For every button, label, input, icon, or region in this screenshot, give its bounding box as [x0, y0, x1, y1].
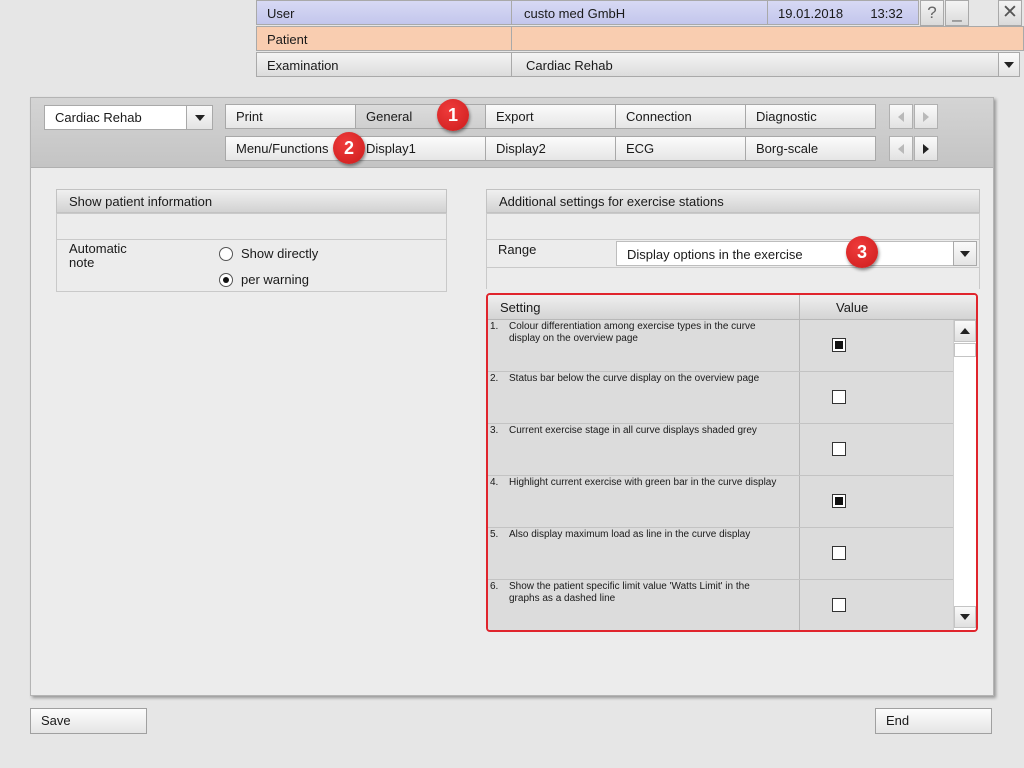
chevron-right-icon [923, 143, 929, 154]
chevron-right-icon [923, 111, 929, 122]
chevron-left-icon [898, 143, 904, 154]
tab-borg-scale[interactable]: Borg-scale [745, 136, 876, 161]
examination-select[interactable]: Cardiac Rehab [511, 52, 999, 77]
row-setting-text: Show the patient specific limit value 'W… [509, 581, 750, 604]
per-warning-radio[interactable] [219, 273, 233, 287]
column-setting: Setting [500, 300, 541, 315]
tab-ecg[interactable]: ECG [615, 136, 746, 161]
minimize-button[interactable]: _ [945, 0, 969, 26]
chevron-left-icon [898, 111, 904, 122]
row-number: 6. [490, 581, 499, 592]
tabs-row1-prev-button[interactable] [889, 104, 913, 129]
row-value-checkbox[interactable] [832, 494, 846, 508]
callout-badge-3: 3 [846, 236, 878, 268]
scroll-up-button[interactable] [954, 320, 976, 342]
close-button[interactable]: ✕ [998, 0, 1022, 26]
row-number: 2. [490, 373, 499, 384]
tab-print[interactable]: Print [225, 104, 356, 129]
save-button[interactable]: Save [30, 708, 147, 734]
settings-tabbar: Cardiac Rehab Print General Export Conne… [31, 98, 993, 168]
chevron-up-icon [960, 328, 970, 334]
user-label: User [256, 0, 512, 25]
table-row: 3. Current exercise stage in all curve d… [488, 424, 953, 476]
row-number: 1. [490, 321, 499, 332]
tab-export[interactable]: Export [485, 104, 616, 129]
date-display: 19.01.2018 [778, 6, 844, 21]
row-setting-text: Status bar below the curve display on th… [509, 373, 760, 384]
table-row: 6. Show the patient specific limit value… [488, 580, 953, 630]
tab-display1[interactable]: Display1 [355, 136, 486, 161]
date-time: 19.01.2018 13:32 [767, 0, 919, 25]
tab-connection[interactable]: Connection [615, 104, 746, 129]
row-setting-text: Highlight current exercise with green ba… [509, 477, 777, 488]
row-number: 4. [490, 477, 499, 488]
range-dropdown-button[interactable] [953, 241, 977, 266]
row-setting-text: Colour differentiation among exercise ty… [509, 321, 756, 344]
show-directly-label[interactable]: Show directly [241, 246, 318, 261]
tab-display2[interactable]: Display2 [485, 136, 616, 161]
scroll-thumb[interactable] [954, 343, 976, 357]
table-header: Setting Value [488, 295, 976, 320]
row-value-checkbox[interactable] [832, 598, 846, 612]
row-value-checkbox[interactable] [832, 390, 846, 404]
show-patient-info-header: Show patient information [56, 189, 447, 213]
chevron-down-icon [960, 614, 970, 620]
table-row: 1. Colour differentiation among exercise… [488, 320, 953, 372]
column-value: Value [836, 300, 869, 315]
tab-diagnostic[interactable]: Diagnostic [745, 104, 876, 129]
row-setting-text: Also display maximum load as line in the… [509, 529, 751, 540]
callout-badge-1: 1 [437, 99, 469, 131]
chevron-down-icon [194, 114, 205, 121]
show-patient-info-group: Automatic note Show directly per warning [56, 213, 447, 292]
tabs-row2-prev-button[interactable] [889, 136, 913, 161]
table-row: 5. Also display maximum load as line in … [488, 528, 953, 580]
examination-dropdown-button[interactable] [998, 52, 1020, 77]
scroll-down-button[interactable] [954, 606, 976, 628]
patient-value [511, 26, 1024, 51]
exercise-stations-group: Range Display options in the exercise [486, 213, 980, 289]
row-number: 5. [490, 529, 499, 540]
show-directly-radio[interactable] [219, 247, 233, 261]
help-button[interactable]: ? [920, 0, 944, 26]
row-number: 3. [490, 425, 499, 436]
patient-label: Patient [256, 26, 512, 51]
row-value-checkbox[interactable] [832, 338, 846, 352]
range-select[interactable]: Display options in the exercise [616, 241, 956, 266]
callout-badge-2: 2 [333, 132, 365, 164]
user-value: custo med GmbH [511, 0, 768, 25]
row-setting-text: Current exercise stage in all curve disp… [509, 425, 757, 436]
table-row: 2. Status bar below the curve display on… [488, 372, 953, 424]
exercise-stations-header: Additional settings for exercise station… [486, 189, 980, 213]
row-value-checkbox[interactable] [832, 442, 846, 456]
table-scrollbar[interactable] [953, 320, 976, 630]
range-label: Range [498, 242, 537, 257]
chevron-down-icon [960, 250, 970, 257]
examination-label: Examination [256, 52, 512, 77]
chevron-down-icon [1004, 61, 1014, 68]
automatic-note-label: Automatic note [69, 241, 127, 270]
row-value-checkbox[interactable] [832, 546, 846, 560]
tabs-row1-next-button[interactable] [914, 104, 938, 129]
time-display: 13:32 [870, 6, 903, 21]
end-button[interactable]: End [875, 708, 992, 734]
table-row: 4. Highlight current exercise with green… [488, 476, 953, 528]
exercise-settings-table: Setting Value 1. Colour differentiation … [486, 293, 978, 632]
per-warning-label[interactable]: per warning [241, 272, 309, 287]
mode-select[interactable]: Cardiac Rehab [44, 105, 187, 130]
mode-dropdown-button[interactable] [186, 105, 213, 130]
tabs-row2-next-button[interactable] [914, 136, 938, 161]
